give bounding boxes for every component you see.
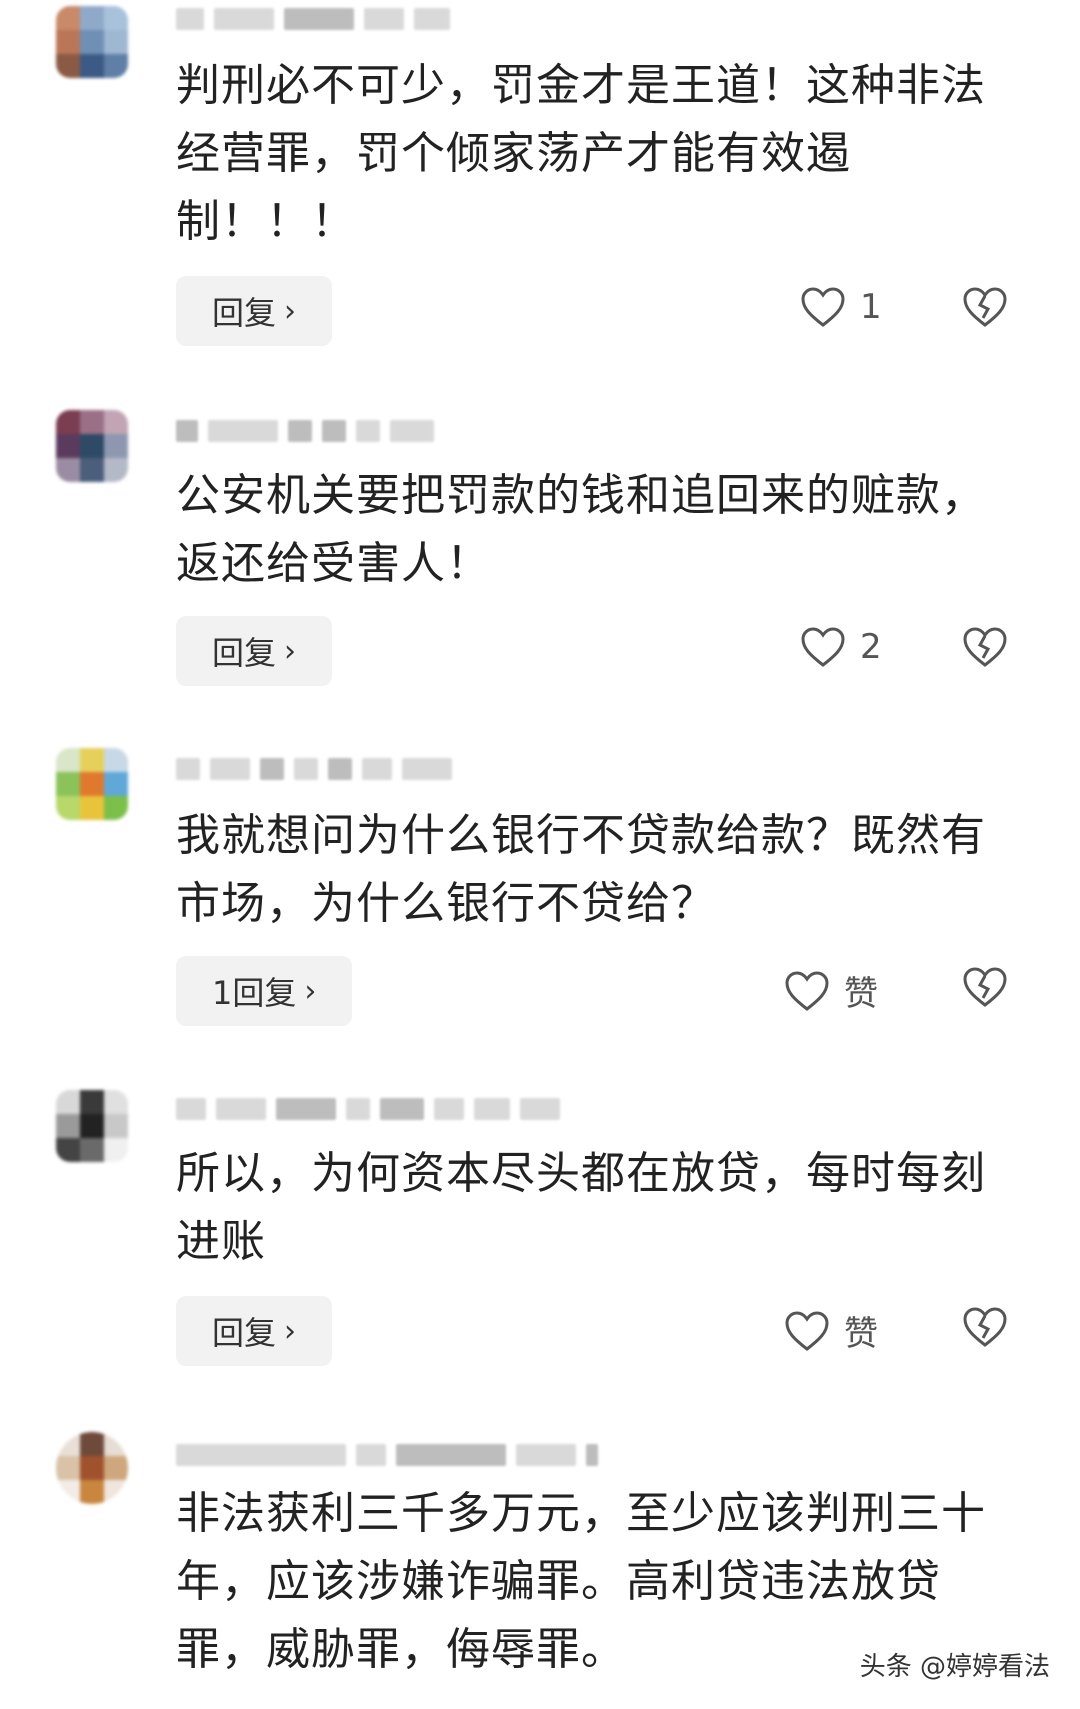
broken-heart-icon [963, 1307, 1007, 1347]
reply-label: 1回复 [212, 974, 297, 1012]
reply-button[interactable]: 回复 › [176, 1296, 333, 1366]
comment-text: 判刑必不可少，罚金才是王道！这种非法经营罪，罚个倾家荡产才能有效遏制！！！ [176, 60, 986, 247]
like-button[interactable]: 赞 [784, 1306, 878, 1355]
avatar[interactable] [56, 6, 128, 78]
heart-outline-icon [801, 287, 845, 327]
dislike-button[interactable] [962, 286, 1008, 328]
avatar[interactable] [56, 410, 128, 482]
dislike-button[interactable] [962, 626, 1008, 668]
broken-heart-icon [963, 627, 1007, 667]
dislike-button[interactable] [962, 1306, 1008, 1348]
reply-button[interactable]: 回复 › [176, 616, 333, 686]
reply-label: 回复 [212, 634, 277, 672]
heart-outline-icon [785, 970, 829, 1011]
avatar[interactable] [56, 1432, 128, 1504]
comment-text: 所以，为何资本尽头都在放贷，每时每刻进账 [176, 1148, 986, 1267]
username-blurred[interactable] [176, 6, 450, 32]
broken-heart-icon [963, 967, 1007, 1007]
chevron-right-icon: › [284, 293, 297, 329]
reply-button[interactable]: 1回复 › [176, 956, 353, 1026]
username-blurred[interactable] [176, 756, 452, 782]
like-label: 赞 [844, 974, 878, 1014]
broken-heart-icon [963, 287, 1007, 327]
chevron-right-icon: › [284, 633, 297, 669]
watermark-text: 头条 @婷婷看法 [859, 1652, 1050, 1682]
reply-label: 回复 [212, 294, 277, 332]
like-button[interactable]: 赞 [784, 966, 878, 1015]
chevron-right-icon: › [284, 1313, 297, 1349]
watermark: 头条 @婷婷看法 [860, 1646, 1050, 1683]
chevron-right-icon: › [304, 973, 317, 1009]
like-button[interactable]: 1 [800, 286, 882, 328]
dislike-button[interactable] [962, 966, 1008, 1008]
heart-outline-icon [801, 627, 845, 667]
username-blurred[interactable] [176, 1442, 598, 1468]
avatar[interactable] [56, 748, 128, 820]
like-label: 赞 [844, 1314, 878, 1354]
reply-label: 回复 [212, 1314, 277, 1352]
comment-screen: { "comments": [ { "text": "判刑必不可少，罚金才是王道… [0, 0, 1080, 1709]
reply-button[interactable]: 回复 › [176, 276, 333, 346]
username-blurred[interactable] [176, 418, 434, 444]
like-button[interactable]: 2 [800, 626, 882, 668]
avatar[interactable] [56, 1090, 128, 1162]
username-blurred[interactable] [176, 1096, 560, 1122]
comment-text: 公安机关要把罚款的钱和追回来的赃款，返还给受害人！ [176, 470, 986, 589]
like-count: 1 [860, 287, 882, 327]
like-count: 2 [860, 627, 882, 667]
comment-text: 我就想问为什么银行不贷款给款？既然有市场，为什么银行不贷给？ [176, 810, 986, 929]
heart-outline-icon [785, 1310, 829, 1351]
